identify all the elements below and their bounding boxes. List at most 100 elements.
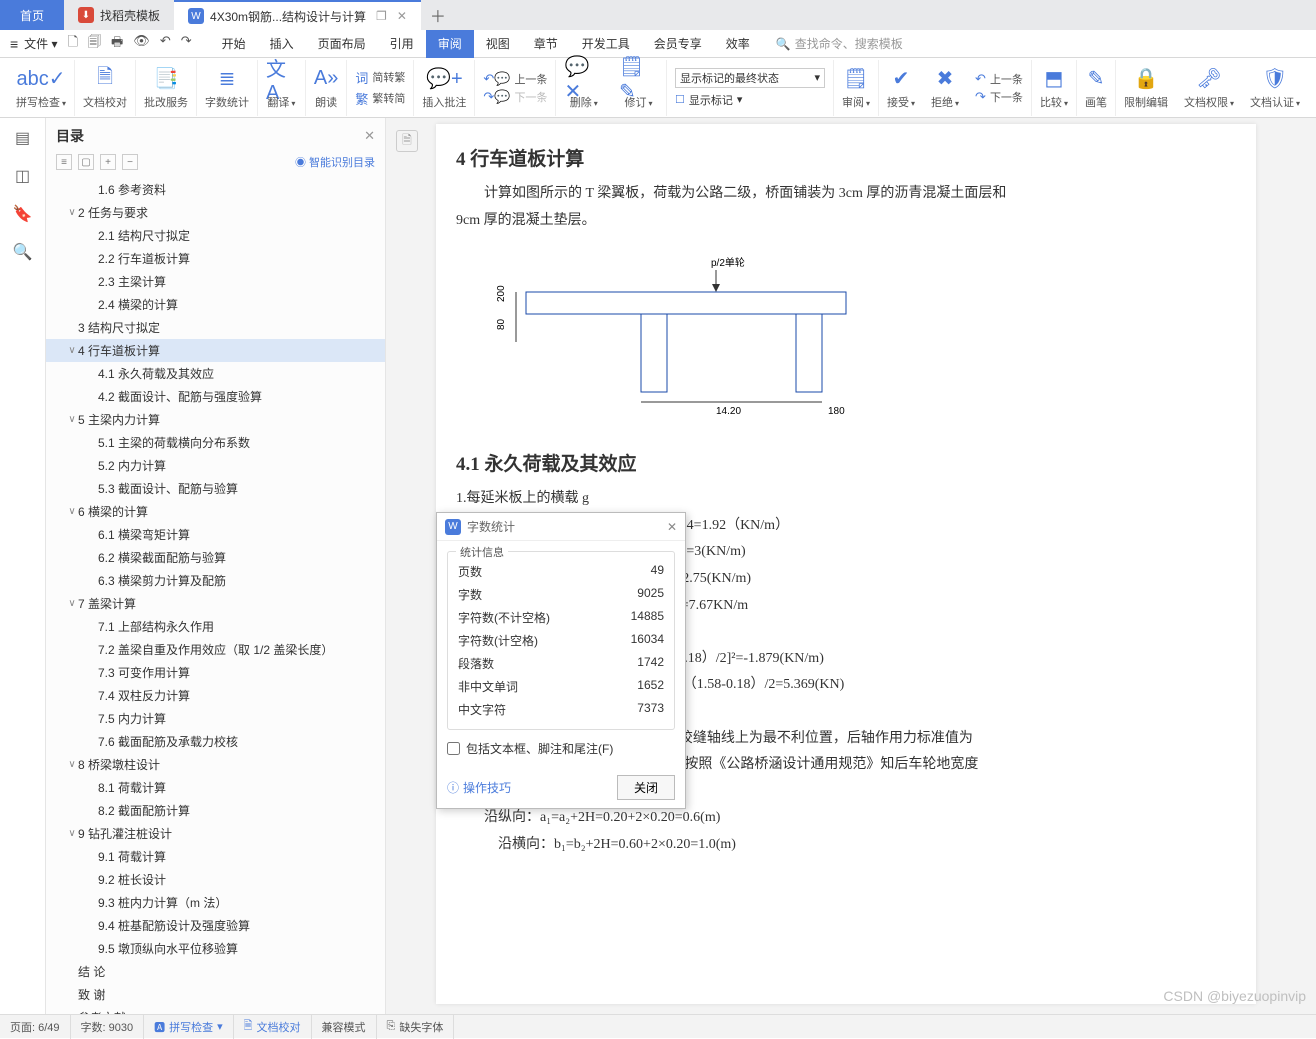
toc-item[interactable]: 2.3 主梁计算	[46, 270, 385, 293]
menu-review[interactable]: 审阅	[426, 30, 474, 58]
toc-close-icon[interactable]: ✕	[364, 128, 375, 144]
menu-layout[interactable]: 页面布局	[306, 30, 378, 58]
prev-comment-button[interactable]: ↶💬上一条	[483, 71, 547, 87]
file-menu[interactable]: 文件 ▾	[24, 35, 57, 52]
menu-chapter[interactable]: 章节	[522, 30, 570, 58]
toc-item[interactable]: 6.1 横梁弯矩计算	[46, 523, 385, 546]
toc-item[interactable]: 4.1 永久荷载及其效应	[46, 362, 385, 385]
doc-badge-icon[interactable]: 🗎	[396, 130, 418, 152]
cert-button[interactable]: 🛡文档认证▾	[1242, 60, 1308, 116]
compare-button[interactable]: ⬒比较▾	[1032, 60, 1077, 116]
toc-item[interactable]: 结 论	[46, 960, 385, 983]
toc-item[interactable]: 2.2 行车道板计算	[46, 247, 385, 270]
outline-icon[interactable]: ▤	[15, 128, 30, 148]
markup-dropdown[interactable]: 显示标记的最终状态▾	[675, 68, 825, 88]
toc-item[interactable]: 7.6 截面配筋及承载力校核	[46, 730, 385, 753]
toc-item[interactable]: ∨5 主梁内力计算	[46, 408, 385, 431]
proofread-button[interactable]: 🗎文档校对	[75, 60, 136, 116]
toc-item[interactable]: 7.4 双柱反力计算	[46, 684, 385, 707]
delete-comment-button[interactable]: 💬✕删除▾	[556, 60, 611, 116]
prev-change-button[interactable]: ↶上一条	[975, 71, 1023, 87]
revise-button[interactable]: 🗒✎修订▾	[611, 60, 667, 116]
save-icon[interactable]: 🗋	[68, 33, 78, 55]
tab-dup-icon[interactable]: ❐	[376, 9, 387, 23]
toc-item[interactable]: 7.1 上部结构永久作用	[46, 615, 385, 638]
toc-ai-button[interactable]: ◉ 智能识别目录	[295, 154, 375, 170]
accept-button[interactable]: ✔接受▾	[879, 60, 923, 116]
redo-icon[interactable]: ↷	[181, 33, 192, 55]
dialog-close-icon[interactable]: ✕	[667, 520, 677, 534]
tips-link[interactable]: ⓘ 操作技巧	[447, 779, 511, 796]
toc-item[interactable]: 致 谢	[46, 983, 385, 1006]
saveas-icon[interactable]: 🗐	[88, 33, 101, 55]
perm-button[interactable]: 🗝文档权限▾	[1176, 60, 1242, 116]
next-comment-button[interactable]: ↷💬下一条	[483, 89, 547, 105]
status-spell[interactable]: 🅰 拼写检查 ▾	[144, 1015, 234, 1039]
spellcheck-button[interactable]: abc✓拼写检查▾	[8, 60, 75, 116]
toc-item[interactable]: 参考文献	[46, 1006, 385, 1014]
to-sc-button[interactable]: 繁繁转简	[355, 89, 405, 108]
toc-item[interactable]: ∨7 盖梁计算	[46, 592, 385, 615]
toc-item[interactable]: 7.3 可变作用计算	[46, 661, 385, 684]
toc-item[interactable]: 5.3 截面设计、配筋与验算	[46, 477, 385, 500]
toc-item[interactable]: ∨2 任务与要求	[46, 201, 385, 224]
show-markup-button[interactable]: ☐显示标记▾	[675, 92, 825, 108]
wordcount-button[interactable]: ≣字数统计	[197, 60, 258, 116]
menu-start[interactable]: 开始	[210, 30, 258, 58]
menu-eff[interactable]: 效率	[714, 30, 762, 58]
toc-item[interactable]: 6.3 横梁剪力计算及配筋	[46, 569, 385, 592]
insert-comment-button[interactable]: 💬+插入批注	[414, 60, 475, 116]
toc-item[interactable]: 8.2 截面配筋计算	[46, 799, 385, 822]
preview-icon[interactable]: 👁	[133, 33, 150, 55]
tab-active-doc[interactable]: W4X30m钢筋...结构设计与计算❐✕	[174, 0, 421, 30]
to-tc-button[interactable]: 词简转繁	[355, 68, 405, 87]
status-page[interactable]: 页面: 6/49	[0, 1015, 71, 1039]
tab-close-icon[interactable]: ✕	[397, 9, 407, 23]
pen-button[interactable]: ✎画笔	[1077, 60, 1116, 116]
toc-item[interactable]: 7.2 盖梁自重及作用效应（取 1/2 盖梁长度）	[46, 638, 385, 661]
toc-item[interactable]: 9.2 桩长设计	[46, 868, 385, 891]
toc-item[interactable]: 5.1 主梁的荷载横向分布系数	[46, 431, 385, 454]
undo-icon[interactable]: ↶	[160, 33, 171, 55]
status-font[interactable]: ⎘ 缺失字体	[377, 1015, 455, 1039]
menu-ref[interactable]: 引用	[378, 30, 426, 58]
toc-item[interactable]: ∨4 行车道板计算	[46, 339, 385, 362]
batch-button[interactable]: 📑批改服务	[136, 60, 197, 116]
search-box[interactable]: 🔍查找命令、搜索模板	[776, 35, 903, 52]
toc-btn1[interactable]: ≡	[56, 154, 72, 170]
nav-icon[interactable]: ◫	[15, 166, 30, 186]
toc-item[interactable]: 7.5 内力计算	[46, 707, 385, 730]
reject-button[interactable]: ✖拒绝▾	[923, 60, 967, 116]
toc-btn2[interactable]: ▢	[78, 154, 94, 170]
tab-home[interactable]: 首页	[0, 0, 64, 30]
translate-button[interactable]: 文A翻译▾	[258, 60, 306, 116]
next-change-button[interactable]: ↷下一条	[975, 89, 1023, 105]
read-button[interactable]: A»朗读	[306, 60, 347, 116]
toc-item[interactable]: 3 结构尺寸拟定	[46, 316, 385, 339]
tab-add[interactable]: ＋	[421, 0, 455, 30]
status-proof[interactable]: 🗎 文档校对	[234, 1015, 312, 1039]
restrict-button[interactable]: 🔒限制编辑	[1116, 60, 1176, 116]
toc-btn3[interactable]: +	[100, 154, 116, 170]
toc-item[interactable]: 5.2 内力计算	[46, 454, 385, 477]
dialog-titlebar[interactable]: W字数统计 ✕	[437, 513, 685, 541]
review-pane-button[interactable]: 🗒审阅▾	[834, 60, 879, 116]
toc-item[interactable]: 9.1 荷载计算	[46, 845, 385, 868]
hamburger-icon[interactable]: ≡	[10, 36, 18, 52]
toc-item[interactable]: 9.4 桩基配筋设计及强度验算	[46, 914, 385, 937]
tab-docshell[interactable]: ⬇找稻壳模板	[64, 0, 174, 30]
toc-item[interactable]: 6.2 横梁截面配筋与验算	[46, 546, 385, 569]
toc-item[interactable]: 8.1 荷载计算	[46, 776, 385, 799]
toc-item[interactable]: 9.3 桩内力计算（m 法）	[46, 891, 385, 914]
status-words[interactable]: 字数: 9030	[71, 1015, 145, 1039]
toc-item[interactable]: 4.2 截面设计、配筋与强度验算	[46, 385, 385, 408]
toc-item[interactable]: 2.4 横梁的计算	[46, 293, 385, 316]
toc-item[interactable]: 1.6 参考资料	[46, 178, 385, 201]
toc-item[interactable]: ∨6 横梁的计算	[46, 500, 385, 523]
toc-item[interactable]: ∨8 桥梁墩柱设计	[46, 753, 385, 776]
checkbox-input[interactable]	[447, 742, 460, 755]
print-icon[interactable]: 🖶	[111, 33, 123, 55]
include-checkbox[interactable]: 包括文本框、脚注和尾注(F)	[447, 740, 675, 757]
find-icon[interactable]: 🔍	[13, 242, 33, 262]
toc-item[interactable]: ∨9 钻孔灌注桩设计	[46, 822, 385, 845]
